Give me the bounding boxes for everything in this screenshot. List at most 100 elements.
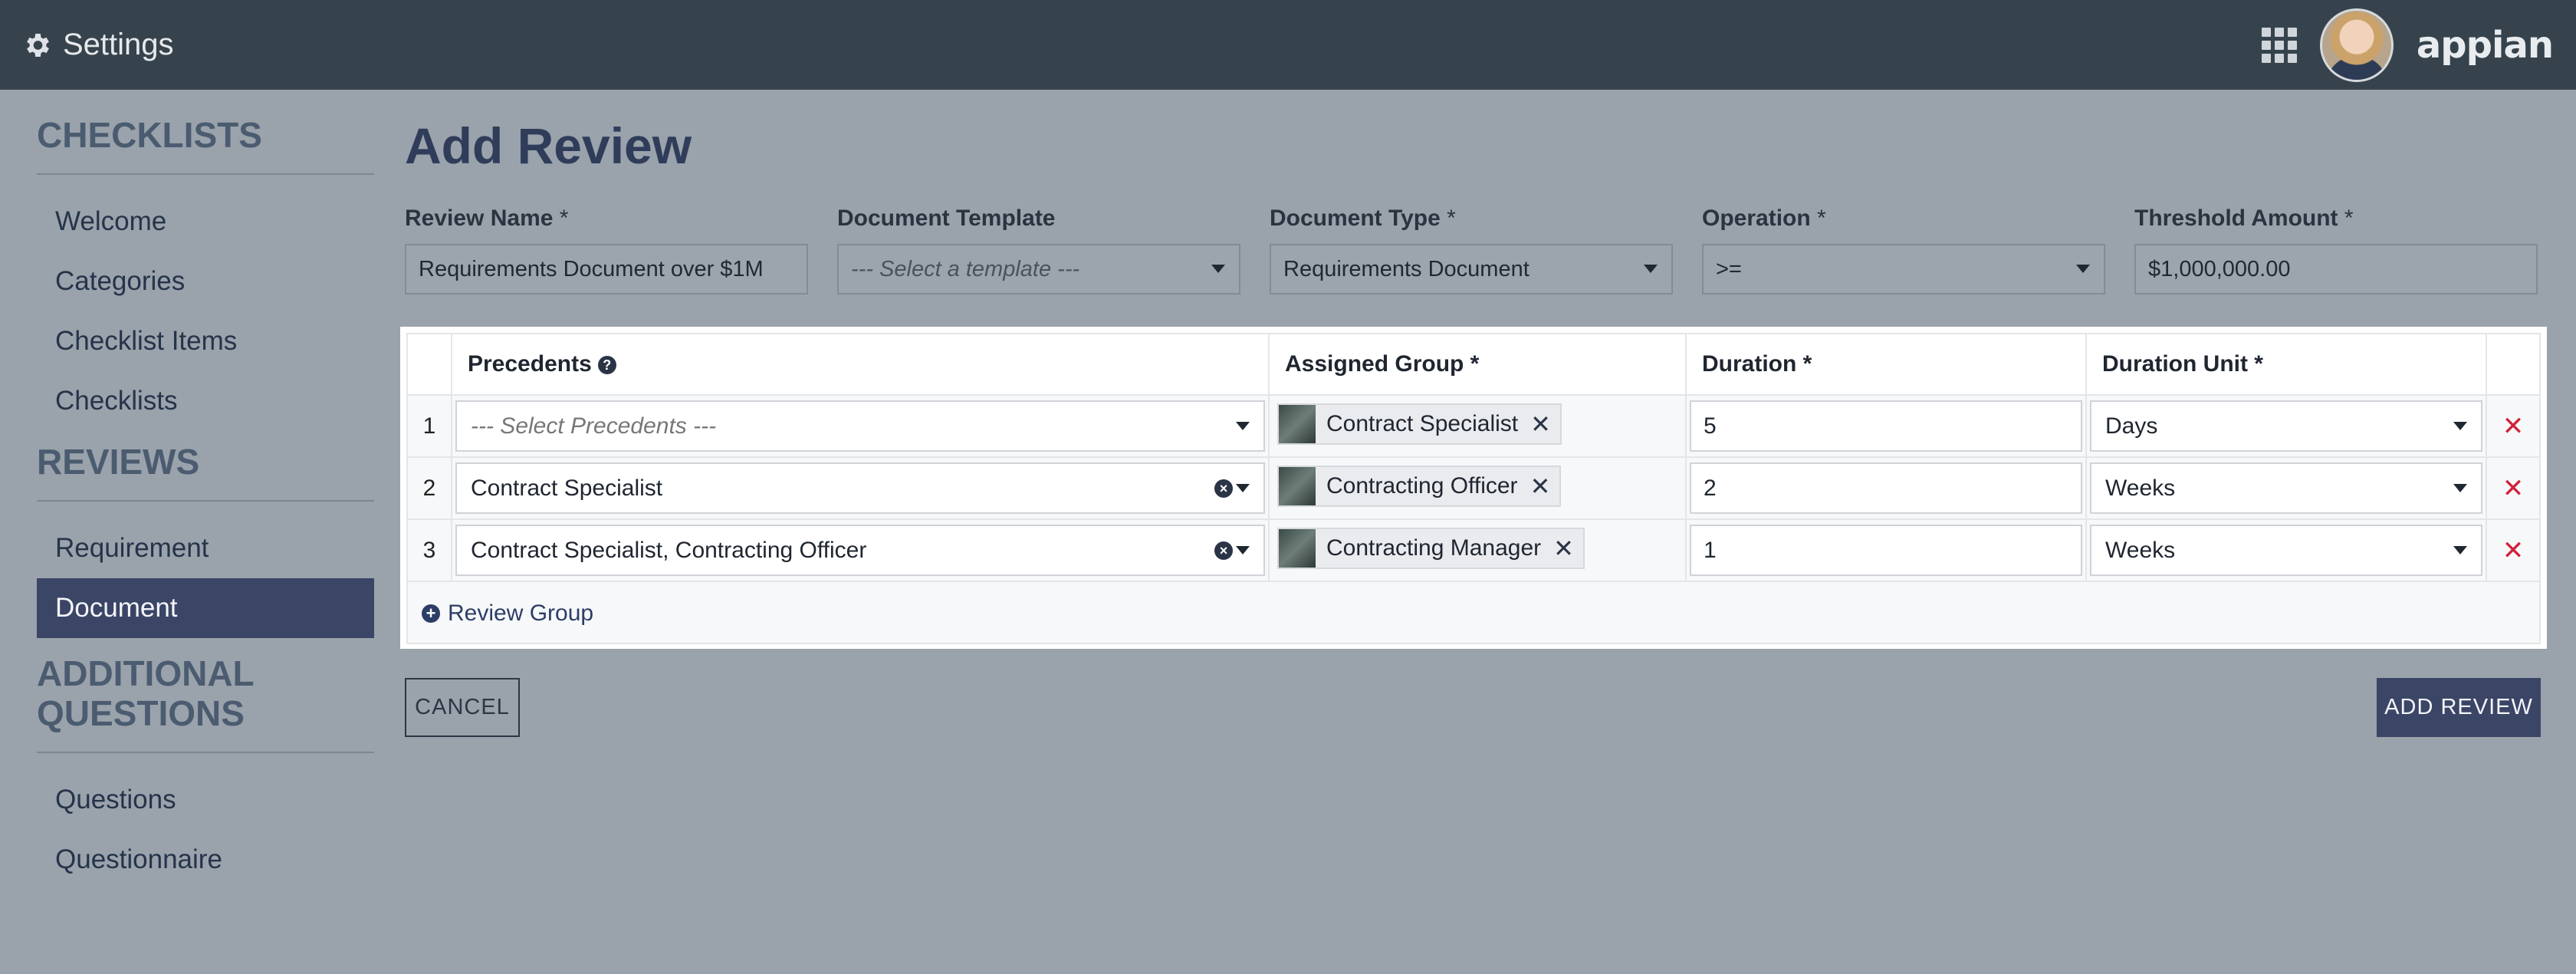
field-label: Operation * (1702, 206, 2105, 232)
threshold-amount-field: Threshold Amount * $1,000,000.00 (2134, 206, 2538, 295)
section-title-line: ADDITIONAL (37, 653, 255, 693)
row-number: 2 (406, 456, 452, 520)
dropdown-value: Weeks (2105, 475, 2176, 501)
duration-unit-dropdown[interactable]: Weeks (2090, 462, 2482, 514)
group-name: Contract Specialist (1326, 410, 1519, 436)
duration-input[interactable]: 5 (1690, 400, 2082, 452)
caret-down-icon (2453, 483, 2467, 492)
document-type-field: Document Type * Requirements Document (1270, 206, 1673, 295)
header-label: Precedents (468, 351, 592, 377)
field-label-text: Document Template (837, 206, 1056, 231)
duration-unit-cell: Weeks (2085, 518, 2487, 582)
remove-chip-icon[interactable]: ✕ (1553, 534, 1574, 563)
review-groups-grid: Precedents? Assigned Group * Duration * … (406, 333, 2541, 644)
required-marker: * (1817, 206, 1826, 231)
delete-header (2486, 333, 2541, 396)
clear-selection-icon[interactable]: × (1214, 541, 1233, 560)
document-type-dropdown[interactable]: Requirements Document (1270, 244, 1673, 295)
dropdown-value: Requirements Document (1283, 256, 1530, 281)
group-name: Contracting Manager (1326, 535, 1542, 561)
sidebar-item-checklist-items[interactable]: Checklist Items (37, 311, 374, 371)
add-row-cell: + Review Group (406, 581, 2541, 644)
caret-down-icon (1236, 545, 1250, 554)
caret-down-icon (2076, 265, 2090, 273)
precedents-dropdown[interactable]: Contract Specialist × (455, 462, 1265, 514)
field-label: Document Template (837, 206, 1240, 232)
operation-field: Operation * >= (1702, 206, 2105, 295)
duration-input[interactable]: 1 (1690, 525, 2082, 576)
dropdown-placeholder: --- Select a template --- (851, 256, 1080, 281)
duration-cell: 5 (1685, 394, 2087, 458)
duration-unit-dropdown[interactable]: Weeks (2090, 525, 2482, 576)
user-avatar[interactable] (2319, 8, 2394, 82)
required-marker: * (1447, 206, 1456, 231)
field-label-text: Threshold Amount (2134, 206, 2338, 231)
sidebar-item-questionnaire[interactable]: Questionnaire (37, 830, 374, 890)
apps-grid-icon[interactable] (2261, 27, 2297, 63)
precedents-dropdown[interactable]: Contract Specialist, Contracting Officer… (455, 525, 1265, 576)
field-label: Document Type * (1270, 206, 1673, 232)
precedents-header: Precedents? (451, 333, 1270, 396)
add-link-label: Review Group (448, 600, 594, 626)
cancel-button[interactable]: CANCEL (405, 678, 520, 737)
document-template-dropdown[interactable]: --- Select a template --- (837, 244, 1240, 295)
remove-chip-icon[interactable]: ✕ (1530, 472, 1551, 501)
duration-header: Duration * (1685, 333, 2087, 396)
field-label: Review Name * (405, 206, 808, 232)
review-fields: Review Name * Requirements Document over… (405, 206, 2544, 295)
sidebar-item-document[interactable]: Document (37, 578, 374, 638)
duration-input[interactable]: 2 (1690, 462, 2082, 514)
add-row: + Review Group (406, 581, 2541, 644)
caret-down-icon (1644, 265, 1658, 273)
review-name-input[interactable]: Requirements Document over $1M (405, 244, 808, 295)
section-title-line: QUESTIONS (37, 693, 245, 733)
duration-unit-dropdown[interactable]: Days (2090, 400, 2482, 452)
plus-circle-icon: + (422, 604, 440, 623)
dropdown-value: Contract Specialist (471, 475, 663, 501)
remove-chip-icon[interactable]: ✕ (1530, 410, 1551, 439)
assigned-group-header: Assigned Group * (1268, 333, 1687, 396)
section-title-checklists: CHECKLISTS (37, 115, 262, 155)
delete-cell: ✕ (2486, 456, 2541, 520)
duration-cell: 1 (1685, 518, 2087, 582)
group-image (1279, 528, 1316, 568)
table-row: 2 Contract Specialist × Contracting Offi… (406, 456, 2541, 520)
duration-unit-header: Duration Unit * (2085, 333, 2487, 396)
caret-down-icon (1236, 421, 1250, 430)
group-chip: Contract Specialist ✕ (1277, 403, 1562, 445)
help-icon[interactable]: ? (597, 356, 616, 375)
group-image (1279, 404, 1316, 443)
threshold-amount-input[interactable]: $1,000,000.00 (2134, 244, 2538, 295)
sidebar-item-requirement[interactable]: Requirement (37, 518, 374, 578)
divider (37, 500, 374, 502)
field-label-text: Operation (1702, 206, 1811, 231)
operation-dropdown[interactable]: >= (1702, 244, 2105, 295)
precedents-dropdown[interactable]: --- Select Precedents --- (455, 400, 1265, 452)
delete-row-icon[interactable]: ✕ (2502, 412, 2525, 441)
dropdown-value: >= (1716, 256, 1742, 281)
caret-down-icon (2453, 421, 2467, 430)
precedents-cell: --- Select Precedents --- (451, 394, 1270, 458)
grid-header-row: Precedents? Assigned Group * Duration * … (406, 333, 2541, 396)
sidebar-item-welcome[interactable]: Welcome (37, 192, 374, 252)
add-review-group-link[interactable]: + Review Group (422, 601, 593, 627)
review-groups-panel: Precedents? Assigned Group * Duration * … (400, 327, 2547, 649)
settings-link[interactable]: Settings (21, 28, 174, 62)
divider (37, 752, 374, 753)
sidebar-item-questions[interactable]: Questions (37, 770, 374, 830)
divider (37, 173, 374, 175)
clear-selection-icon[interactable]: × (1214, 479, 1233, 498)
delete-row-icon[interactable]: ✕ (2502, 536, 2525, 565)
add-review-button[interactable]: ADD REVIEW (2377, 678, 2541, 737)
group-image (1279, 466, 1316, 505)
required-marker: * (2344, 206, 2354, 231)
dropdown-value: Days (2105, 413, 2158, 439)
assigned-group-cell: Contracting Officer ✕ (1268, 456, 1687, 520)
sidebar-item-categories[interactable]: Categories (37, 252, 374, 311)
caret-down-icon (2453, 545, 2467, 554)
sidebar-item-checklists[interactable]: Checklists (37, 371, 374, 431)
delete-row-icon[interactable]: ✕ (2502, 474, 2525, 503)
caret-down-icon (1236, 483, 1250, 492)
top-bar: Settings appian (0, 0, 2576, 90)
row-number-header (406, 333, 452, 396)
